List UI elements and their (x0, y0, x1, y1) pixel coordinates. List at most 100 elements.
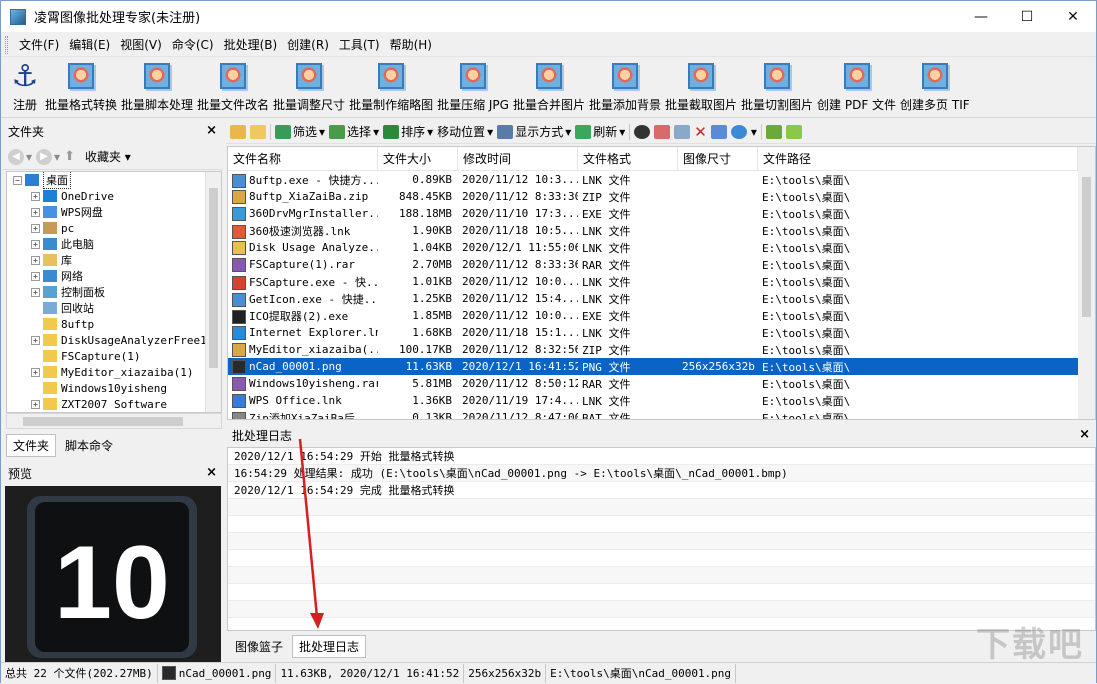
column-file-size[interactable]: 文件大小 (378, 147, 458, 171)
import-icon[interactable] (765, 124, 782, 139)
folder-tree-hscrollbar[interactable] (6, 413, 222, 429)
tab-script-commands[interactable]: 脚本命令 (58, 434, 120, 457)
copy-icon[interactable] (654, 124, 671, 139)
column-file-path[interactable]: 文件路径 (758, 147, 1078, 171)
delete-icon[interactable]: ✕ (694, 123, 707, 141)
tree-item[interactable]: − 桌面 (7, 172, 221, 189)
tree-item[interactable]: + DiskUsageAnalyzerFree19 (7, 332, 221, 348)
file-row[interactable]: Zip添加XiaZaiBa后... 0.13KB 2020/11/12 8:47:0… (228, 409, 1095, 419)
file-row[interactable]: GetIcon.exe - 快捷... 1.25KB 2020/11/12 15:4… (228, 290, 1095, 307)
toolbar-button-cut[interactable]: 批量切割图片 (739, 59, 815, 117)
toolbar-button-tif[interactable]: 创建多页 TIF (898, 59, 972, 117)
sync-icon[interactable] (730, 124, 747, 139)
toolbar-button-jpg[interactable]: 批量压缩 JPG (435, 59, 511, 117)
toolbar-button-merge[interactable]: 批量合并图片 (511, 59, 587, 117)
select-button[interactable]: 选择 ▾ (329, 123, 379, 140)
menu-view[interactable]: 视图(V) (115, 34, 167, 56)
file-row[interactable]: 8uftp_XiaZaiBa.zip 848.45KB 2020/11/12 8:3… (228, 188, 1095, 205)
favorites-button[interactable]: 收藏夹 ▾ (85, 148, 131, 165)
toolbar-button-anchor[interactable]: ⚓ 注册 (7, 59, 43, 117)
expand-icon[interactable]: + (31, 399, 40, 409)
toolbar-button-convert[interactable]: 批量格式转换 (43, 59, 119, 117)
filter-button[interactable]: 筛选 ▾ (275, 123, 325, 140)
tree-item[interactable]: + MyEditor_xiazaiba(1) (7, 364, 221, 380)
expand-icon[interactable]: + (31, 255, 40, 265)
maximize-button[interactable]: ☐ (1004, 1, 1050, 32)
file-row[interactable]: Internet Explorer.lnk 1.68KB 2020/11/18 15… (228, 324, 1095, 341)
sort-button[interactable]: 排序 ▾ (383, 123, 433, 140)
tab-batch-log[interactable]: 批处理日志 (292, 634, 367, 658)
file-row[interactable]: 360极速浏览器.lnk 1.90KB 2020/11/18 10:5... LNK … (228, 222, 1095, 239)
forward-button[interactable]: ▶ ▾ (36, 148, 60, 165)
expand-icon[interactable]: + (31, 239, 40, 249)
expand-icon[interactable]: + (31, 223, 40, 233)
folder-tree-vscroll-thumb[interactable] (209, 188, 218, 368)
menu-help[interactable]: 帮助(H) (385, 34, 437, 56)
column-image-size[interactable]: 图像尺寸 (678, 147, 758, 171)
tree-item[interactable]: Windows10yisheng (7, 380, 221, 396)
tree-item[interactable]: 回收站 (7, 300, 221, 316)
rotate-icon[interactable] (710, 124, 727, 139)
toolbar-button-resize[interactable]: 批量调整尺寸 (271, 59, 347, 117)
menu-edit[interactable]: 编辑(E) (64, 34, 115, 56)
expand-icon[interactable]: + (31, 191, 40, 201)
folder-tree-vscrollbar[interactable] (205, 172, 221, 412)
collapse-icon[interactable]: − (13, 175, 22, 185)
tree-item[interactable]: + pc (7, 220, 221, 236)
tree-item[interactable]: + WPS网盘 (7, 204, 221, 220)
menu-file[interactable]: 文件(F) (14, 34, 64, 56)
close-button[interactable]: ✕ (1050, 1, 1096, 32)
menu-command[interactable]: 命令(C) (167, 34, 219, 56)
log-panel-close-icon[interactable]: × (1079, 427, 1090, 442)
back-button[interactable]: ◀ ▾ (8, 148, 32, 165)
folder-tree-hscroll-thumb[interactable] (23, 417, 183, 426)
column-file-name[interactable]: 文件名称 (228, 147, 378, 171)
minimize-button[interactable]: — (958, 1, 1004, 32)
tree-item[interactable]: + 控制面板 (7, 284, 221, 300)
expand-icon[interactable]: + (31, 335, 40, 345)
refresh-button[interactable]: 刷新 ▾ (575, 123, 625, 140)
toolbar-button-rename[interactable]: 批量文件改名 (195, 59, 271, 117)
file-row[interactable]: FSCapture(1).rar 2.70MB 2020/11/12 8:33:36… (228, 256, 1095, 273)
expand-icon[interactable]: + (31, 207, 40, 217)
file-row[interactable]: Disk Usage Analyze... 1.04KB 2020/12/1 11:… (228, 239, 1095, 256)
tree-item[interactable]: + 网络 (7, 268, 221, 284)
expand-icon[interactable]: + (31, 367, 40, 377)
tree-item[interactable]: + 库 (7, 252, 221, 268)
file-row[interactable]: MyEditor_xiazaiba(... 100.17KB 2020/11/12 … (228, 341, 1095, 358)
file-row[interactable]: nCad_00001.png 11.63KB 2020/12/1 16:41:52 P… (228, 358, 1095, 375)
file-row[interactable]: WPS Office.lnk 1.36KB 2020/11/19 17:4... LN… (228, 392, 1095, 409)
tree-item[interactable]: + ZXT2007 Software (7, 396, 221, 412)
tree-item[interactable]: 8uftp (7, 316, 221, 332)
toolbar-button-background[interactable]: 批量添加背景 (587, 59, 663, 117)
tab-image-basket[interactable]: 图像篮子 (228, 635, 290, 658)
tree-item[interactable]: FSCapture(1) (7, 348, 221, 364)
toolbar-button-crop[interactable]: 批量截取图片 (663, 59, 739, 117)
file-row[interactable]: 360DrvMgrInstaller... 188.18MB 2020/11/10 … (228, 205, 1095, 222)
display-mode-button[interactable]: 显示方式 ▾ (497, 123, 571, 140)
menu-batch[interactable]: 批处理(B) (219, 34, 283, 56)
tree-item[interactable]: + 此电脑 (7, 236, 221, 252)
new-folder-icon[interactable] (250, 124, 266, 139)
move-position-button[interactable]: 移动位置 ▾ (437, 123, 493, 140)
export-icon[interactable] (785, 124, 802, 139)
toolbar-button-pdf[interactable]: 创建 PDF 文件 (815, 59, 898, 117)
expand-icon[interactable]: + (31, 271, 40, 281)
column-modified-time[interactable]: 修改时间 (458, 147, 578, 171)
open-folder-icon[interactable] (230, 124, 246, 139)
file-list-vscrollbar[interactable] (1078, 147, 1095, 419)
file-row[interactable]: 8uftp.exe - 快捷方... 0.89KB 2020/11/12 10:3.… (228, 171, 1095, 188)
tree-item[interactable]: + OneDrive (7, 188, 221, 204)
expand-icon[interactable]: + (31, 287, 40, 297)
paste-icon[interactable] (674, 124, 691, 139)
column-file-format[interactable]: 文件格式 (578, 147, 678, 171)
toolbar-button-thumbnail[interactable]: 批量制作缩略图 (347, 59, 435, 117)
up-folder-button[interactable]: ⬆ (64, 149, 75, 164)
toolbar-button-script[interactable]: 批量脚本处理 (119, 59, 195, 117)
file-row[interactable]: ICO提取器(2).exe 1.85MB 2020/11/12 10:0... EXE… (228, 307, 1095, 324)
file-row[interactable]: FSCapture.exe - 快... 1.01KB 2020/11/12 10:… (228, 273, 1095, 290)
file-row[interactable]: Windows10yisheng.rar 5.81MB 2020/11/12 8:5… (228, 375, 1095, 392)
tab-folders[interactable]: 文件夹 (6, 433, 57, 457)
menu-create[interactable]: 创建(R) (282, 34, 334, 56)
file-list-vscroll-thumb[interactable] (1082, 177, 1091, 317)
